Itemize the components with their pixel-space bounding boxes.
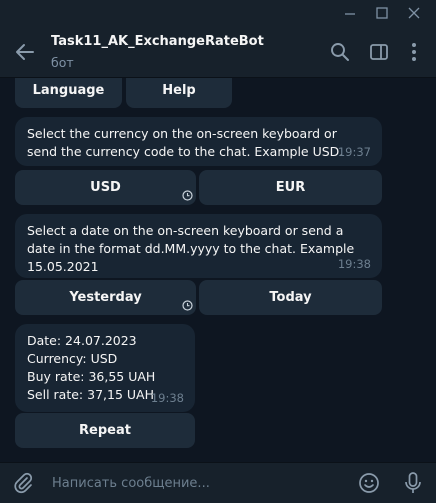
sidebar-toggle-icon[interactable] — [368, 41, 390, 63]
rate-currency-line: Currency: USD — [27, 351, 118, 366]
keyboard-button-usd[interactable]: USD — [15, 170, 196, 205]
pending-clock-icon — [182, 190, 193, 201]
bot-message-rate: Date: 24.07.2023 Currency: USD Buy rate:… — [15, 324, 195, 412]
chat-header: Task11_AK_ExchangeRateBot бот — [0, 27, 436, 78]
close-icon — [408, 7, 420, 19]
keyboard-button-repeat[interactable]: Repeat — [15, 413, 195, 448]
back-arrow-icon[interactable] — [14, 41, 36, 63]
maximize-button[interactable] — [372, 4, 392, 22]
maximize-icon — [376, 7, 388, 19]
keyboard-button-today[interactable]: Today — [199, 280, 382, 315]
microphone-icon[interactable] — [402, 471, 424, 495]
message-composer — [0, 462, 436, 503]
message-list[interactable]: Language Help Select the currency on the… — [0, 78, 436, 462]
message-time: 19:37 — [337, 145, 371, 159]
keyboard-button-help[interactable]: Help — [126, 78, 232, 108]
more-vert-icon[interactable] — [403, 41, 425, 63]
bot-message: Select the currency on the on-screen key… — [15, 117, 382, 166]
search-icon[interactable] — [329, 41, 351, 63]
message-text: Select a date on the on-screen keyboard … — [27, 223, 355, 274]
rate-date-line: Date: 24.07.2023 — [27, 333, 137, 348]
keyboard-button-eur[interactable]: EUR — [199, 170, 382, 205]
keyboard-button-yesterday[interactable]: Yesterday — [15, 280, 196, 315]
bot-message: Select a date on the on-screen keyboard … — [15, 214, 382, 278]
message-input[interactable] — [52, 473, 332, 493]
close-window-button[interactable] — [404, 4, 424, 22]
attach-icon[interactable] — [12, 472, 34, 494]
minimize-button[interactable] — [340, 4, 360, 22]
keyboard-button-language[interactable]: Language — [15, 78, 122, 108]
chat-status: бот — [51, 55, 74, 70]
rate-buy-line: Buy rate: 36,55 UAH — [27, 369, 156, 384]
window-titlebar — [0, 0, 436, 27]
message-text: Select the currency on the on-screen key… — [27, 126, 344, 159]
message-time: 19:38 — [150, 391, 184, 405]
emoji-icon[interactable] — [358, 472, 380, 494]
pending-clock-icon — [182, 300, 193, 311]
chat-title[interactable]: Task11_AK_ExchangeRateBot — [51, 34, 264, 49]
minimize-icon — [345, 13, 355, 15]
message-time: 19:38 — [337, 257, 371, 271]
